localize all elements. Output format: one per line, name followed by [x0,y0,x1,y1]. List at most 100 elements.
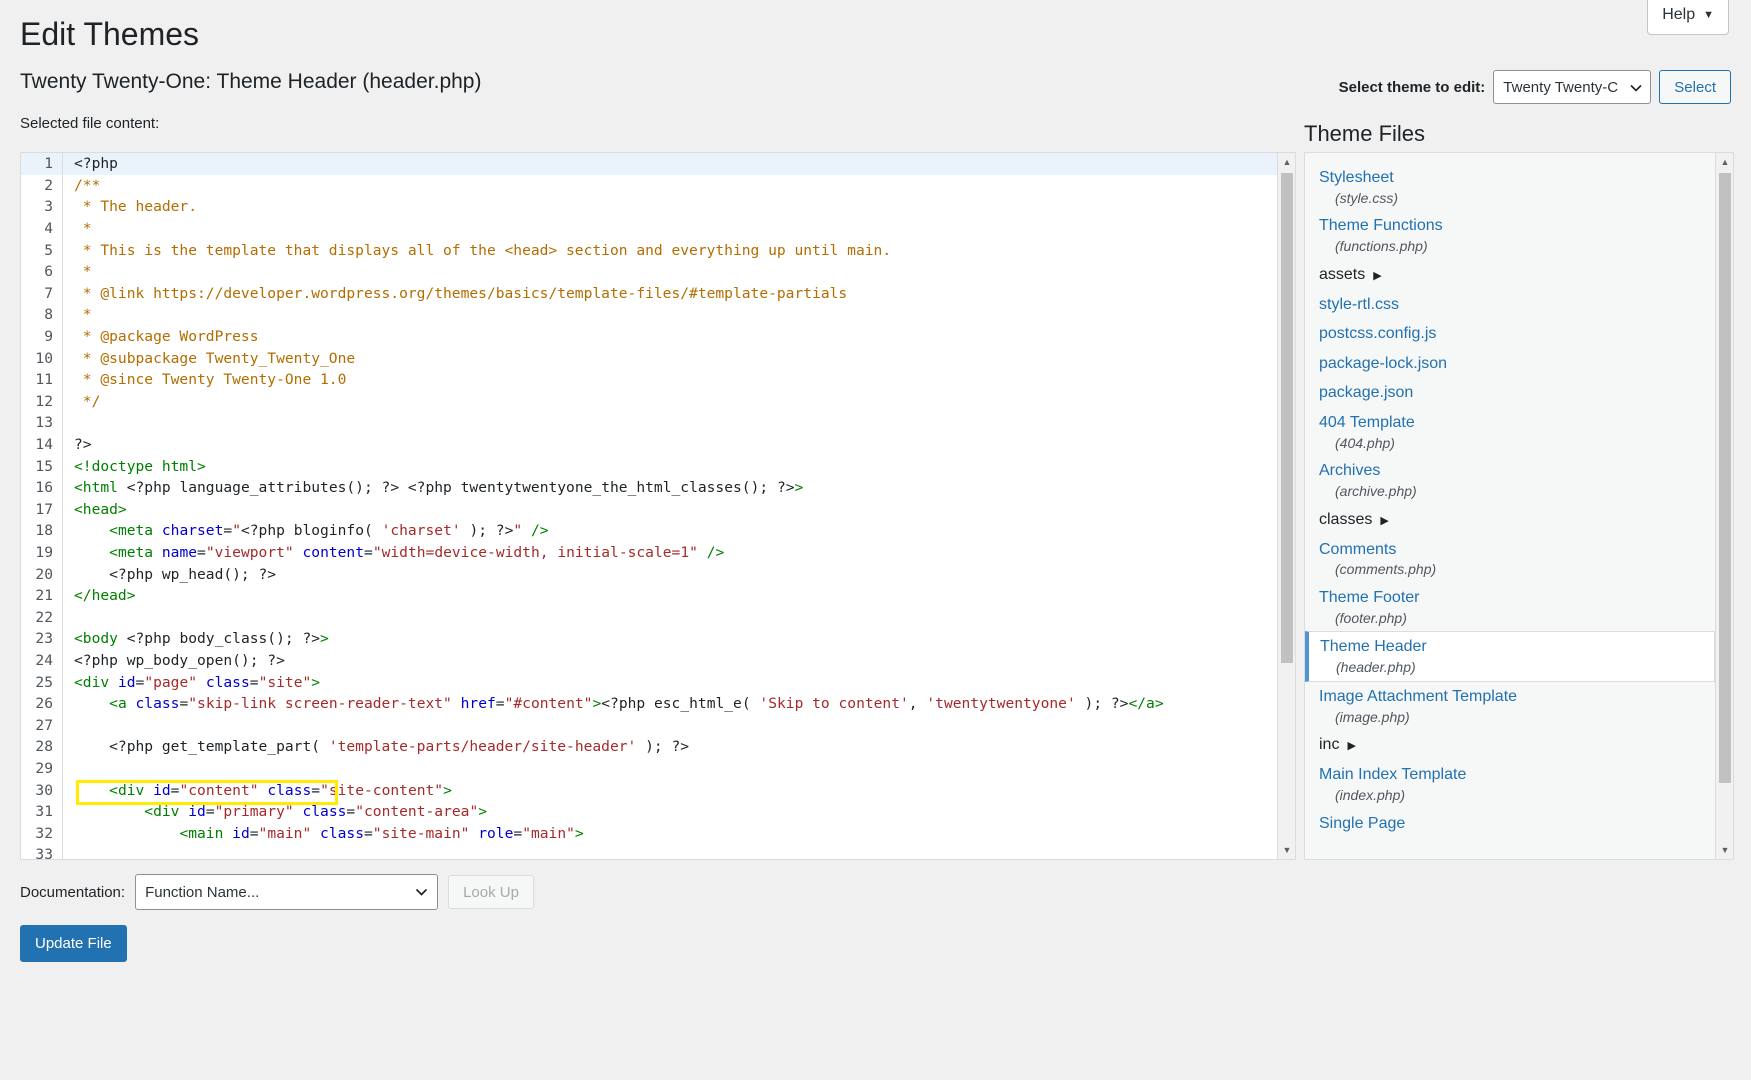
help-tab[interactable]: Help ▼ [1647,0,1729,35]
theme-file-item[interactable]: postcss.config.js [1305,319,1715,349]
code-line[interactable]: 19 <meta name="viewport" content="width=… [21,542,1277,564]
update-file-button[interactable]: Update File [20,925,127,962]
theme-file-item[interactable]: Image Attachment Template(image.php) [1305,682,1715,730]
code-line-text: <body <?php body_class(); ?>> [62,630,329,647]
code-line[interactable]: 18 <meta charset="<?php bloginfo( 'chars… [21,520,1277,542]
code-line[interactable]: 27 [21,714,1277,736]
code-line[interactable]: 23<body <?php body_class(); ?>> [21,628,1277,650]
theme-files-panel[interactable]: Stylesheet(style.css)Theme Functions(fun… [1304,152,1734,860]
code-line[interactable]: 22 [21,606,1277,628]
look-up-button[interactable]: Look Up [448,875,534,909]
theme-file-item[interactable]: package-lock.json [1305,349,1715,379]
code-line[interactable]: 8 * [21,304,1277,326]
theme-file-item[interactable]: Theme Functions(functions.php) [1305,211,1715,259]
line-number: 33 [21,846,62,859]
code-line[interactable]: 16<html <?php language_attributes(); ?> … [21,477,1277,499]
code-line[interactable]: 25<div id="page" class="site"> [21,671,1277,693]
code-token: > [320,630,329,647]
code-line[interactable]: 12 */ [21,391,1277,413]
code-line[interactable]: 24<?php wp_body_open(); ?> [21,650,1277,672]
code-token: id [188,803,206,820]
theme-file-name: classes▶ [1319,509,1701,531]
code-line[interactable]: 28 <?php get_template_part( 'template-pa… [21,736,1277,758]
code-line-text: * The header. [62,198,197,215]
code-line[interactable]: 30 <div id="content" class="site-content… [21,779,1277,801]
scroll-up-icon[interactable]: ▲ [1278,153,1296,171]
scroll-down-icon[interactable]: ▼ [1278,841,1296,859]
documentation-select[interactable]: Function Name... [135,874,438,910]
code-line[interactable]: 29 [21,758,1277,780]
code-line[interactable]: 9 * @package WordPress [21,326,1277,348]
code-token: <html [74,479,118,496]
theme-file-item[interactable]: 404 Template(404.php) [1305,408,1715,456]
theme-file-name: Image Attachment Template [1319,686,1701,708]
code-token: = [223,522,232,539]
scroll-down-icon[interactable]: ▼ [1716,841,1734,859]
code-token: "content" [179,782,258,799]
code-editor[interactable]: 1<?php2/**3 * The header.4 *5 * This is … [20,152,1296,860]
code-token: <meta [109,544,162,561]
theme-select-value: Twenty Twenty-C [1503,79,1618,96]
theme-file-item[interactable]: Stylesheet(style.css) [1305,163,1715,211]
code-line[interactable]: 5 * This is the template that displays a… [21,239,1277,261]
line-number: 10 [21,350,62,367]
theme-file-name: Theme Footer [1319,587,1701,609]
code-token: class [267,782,311,799]
code-token: id [232,825,250,842]
code-line[interactable]: 26 <a class="skip-link screen-reader-tex… [21,693,1277,715]
files-scrollbar-thumb[interactable] [1719,173,1731,783]
code-token: "skip-link screen-reader-text" [188,695,452,712]
theme-file-item[interactable]: Comments(comments.php) [1305,535,1715,583]
theme-file-name: Theme Header [1320,636,1700,658]
code-line[interactable]: 20 <?php wp_head(); ?> [21,563,1277,585]
code-line[interactable]: 31 <div id="primary" class="content-area… [21,801,1277,823]
scroll-up-icon[interactable]: ▲ [1716,153,1734,171]
code-token: = [179,695,188,712]
code-line[interactable]: 33 [21,844,1277,859]
theme-file-item[interactable]: Archives(archive.php) [1305,456,1715,504]
line-number: 1 [21,155,62,172]
code-line[interactable]: 15<!doctype html> [21,455,1277,477]
code-line[interactable]: 17<head> [21,499,1277,521]
theme-select-dropdown[interactable]: Twenty Twenty-C [1493,70,1651,104]
files-scrollbar[interactable]: ▲ ▼ [1715,153,1733,859]
code-line[interactable]: 14?> [21,434,1277,456]
theme-file-item[interactable]: assets▶ [1305,260,1715,290]
editor-scrollbar[interactable]: ▲ ▼ [1277,153,1295,859]
code-line[interactable]: 4 * [21,218,1277,240]
theme-file-item[interactable]: Theme Footer(footer.php) [1305,583,1715,631]
code-line[interactable]: 2/** [21,175,1277,197]
theme-file-item[interactable]: style-rtl.css [1305,290,1715,320]
select-theme-button[interactable]: Select [1659,70,1731,104]
code-token: * [74,263,92,280]
code-lines-container[interactable]: 1<?php2/**3 * The header.4 *5 * This is … [21,153,1277,859]
code-token: = [197,544,206,561]
code-token: = [496,695,505,712]
theme-file-item[interactable]: package.json [1305,378,1715,408]
theme-file-item[interactable]: inc▶ [1305,730,1715,760]
code-line[interactable]: 3 * The header. [21,196,1277,218]
code-line[interactable]: 7 * @link https://developer.wordpress.or… [21,283,1277,305]
theme-file-item[interactable]: Main Index Template(index.php) [1305,760,1715,808]
line-number: 9 [21,328,62,345]
code-token [74,522,109,539]
code-line[interactable]: 11 * @since Twenty Twenty-One 1.0 [21,369,1277,391]
code-line[interactable]: 32 <main id="main" class="site-main" rol… [21,822,1277,844]
theme-file-item[interactable]: classes▶ [1305,505,1715,535]
editor-scrollbar-thumb[interactable] [1281,173,1293,663]
code-token [74,695,109,712]
code-token: twentytwentyone_the_html_classes [461,479,742,496]
documentation-select-value: Function Name... [145,884,259,901]
code-line[interactable]: 6 * [21,261,1277,283]
theme-file-item[interactable]: Single Page [1305,809,1715,839]
code-line[interactable]: 10 * @subpackage Twenty_Twenty_One [21,347,1277,369]
code-line[interactable]: 13 [21,412,1277,434]
theme-files-list[interactable]: Stylesheet(style.css)Theme Functions(fun… [1305,153,1715,838]
code-token: <?php [118,479,180,496]
code-line[interactable]: 1<?php [21,153,1277,175]
file-title: Twenty Twenty-One: Theme Header (header.… [20,70,481,94]
code-line-text: */ [62,393,100,410]
code-line[interactable]: 21</head> [21,585,1277,607]
theme-file-item[interactable]: Theme Header(header.php) [1305,631,1715,681]
code-token: charset [162,522,224,539]
